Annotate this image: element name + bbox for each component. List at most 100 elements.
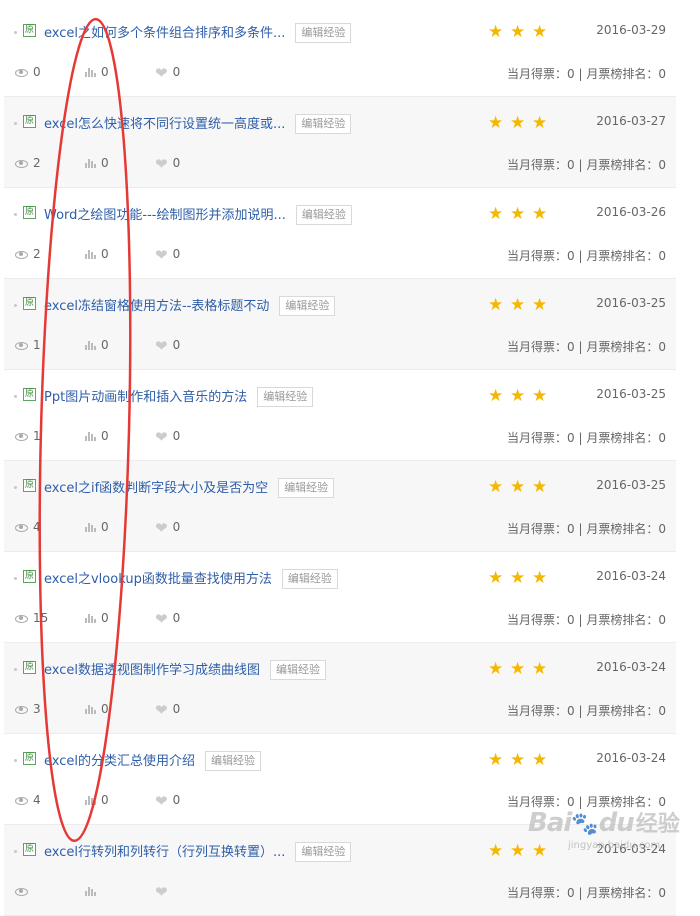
edit-experience-button[interactable]: 编辑经验 (295, 23, 352, 43)
edit-experience-button[interactable]: 编辑经验 (278, 478, 335, 498)
edit-experience-button[interactable]: 编辑经验 (295, 205, 352, 225)
star-rating: ★ ★ ★ (488, 841, 554, 861)
eye-icon (15, 796, 28, 805)
edit-experience-button[interactable]: 编辑经验 (270, 660, 326, 680)
monthly-votes: 当月得票：0 | 月票榜排名：0 (507, 431, 666, 445)
list-item: 原 Word之绘图功能---绘制图形并添加说明... 编辑经验 ★ ★ ★ 2016-… (4, 188, 676, 279)
likes-count[interactable]: ❤ 0 (155, 520, 180, 535)
stats-count[interactable] (85, 884, 101, 898)
item-date: 2016-03-25 (596, 387, 666, 401)
list-item: 原 excel之如何多个条件组合排序和多条件... 编辑经验 ★ ★ ★ 2016-0… (4, 6, 676, 97)
star-icon: ★ (532, 477, 548, 497)
item-date: 2016-03-24 (596, 569, 666, 583)
likes-count[interactable]: ❤ 0 (155, 156, 180, 171)
stats-count[interactable]: 0 (85, 156, 109, 170)
original-badge: 原 (23, 206, 36, 219)
list-item: 原 excel数据透视图制作学习成绩曲线图 编辑经验 ★ ★ ★ 2016-03-24… (4, 643, 676, 734)
likes-count[interactable]: ❤ (155, 884, 173, 899)
item-title[interactable]: Word之绘图功能---绘制图形并添加说明... 编辑经验 (44, 204, 352, 225)
star-icon: ★ (532, 113, 548, 133)
star-icon: ★ (488, 659, 504, 679)
item-title[interactable]: Ppt图片动画制作和插入音乐的方法 编辑经验 (44, 386, 314, 407)
stats-count[interactable]: 0 (85, 702, 109, 716)
edit-experience-button[interactable]: 编辑经验 (295, 114, 352, 134)
watermark-brand: Bai (528, 808, 572, 838)
bullet-dot (14, 850, 17, 853)
likes-count[interactable]: ❤ 0 (155, 65, 180, 80)
eye-icon (15, 341, 28, 350)
list-item: 原 Ppt图片动画制作和插入音乐的方法 编辑经验 ★ ★ ★ 2016-03-25 1… (4, 370, 676, 461)
star-icon: ★ (510, 750, 526, 770)
bar-chart-icon (85, 250, 96, 259)
item-date: 2016-03-25 (596, 296, 666, 310)
monthly-votes: 当月得票：0 | 月票榜排名：0 (507, 340, 666, 354)
item-title[interactable]: excel数据透视图制作学习成绩曲线图 编辑经验 (44, 659, 326, 680)
experience-list: 原 excel之如何多个条件组合排序和多条件... 编辑经验 ★ ★ ★ 2016-0… (4, 6, 676, 916)
views-count: 0 (15, 65, 41, 79)
likes-count[interactable]: ❤ 0 (155, 793, 180, 808)
original-badge: 原 (23, 661, 36, 674)
likes-count[interactable]: ❤ 0 (155, 336, 180, 355)
monthly-votes: 当月得票：0 | 月票榜排名：0 (507, 522, 666, 536)
views-count: 1 (15, 429, 41, 443)
item-title[interactable]: excel的分类汇总使用介绍 编辑经验 (44, 750, 261, 771)
item-title[interactable]: excel之vlookup函数批量查找使用方法 编辑经验 (44, 568, 338, 589)
edit-experience-button[interactable]: 编辑经验 (281, 569, 338, 589)
monthly-votes: 当月得票：0 | 月票榜排名：0 (507, 613, 666, 627)
star-icon: ★ (510, 295, 526, 315)
item-title[interactable]: excel之if函数判断字段大小及是否为空 编辑经验 (44, 477, 335, 498)
likes-count[interactable]: ❤ 0 (155, 700, 180, 719)
stats-count[interactable]: 0 (85, 247, 109, 261)
bar-chart-icon (85, 796, 96, 805)
edit-experience-button[interactable]: 编辑经验 (205, 751, 261, 771)
likes-count[interactable]: ❤ 0 (155, 427, 180, 446)
star-icon: ★ (488, 568, 504, 588)
bullet-dot (14, 486, 17, 489)
star-icon: ★ (510, 386, 526, 406)
edit-experience-button[interactable]: 编辑经验 (257, 387, 314, 407)
list-item: 原 excel冻结窗格使用方法--表格标题不动 编辑经验 ★ ★ ★ 2016-03-… (4, 279, 676, 370)
star-icon: ★ (532, 386, 548, 406)
likes-count[interactable]: ❤ 0 (155, 611, 180, 626)
stats-count[interactable]: 0 (85, 793, 109, 807)
star-rating: ★ ★ ★ (488, 659, 554, 679)
stats-count[interactable]: 0 (85, 338, 109, 352)
item-title[interactable]: excel之如何多个条件组合排序和多条件... 编辑经验 (44, 22, 352, 43)
star-rating: ★ ★ ★ (488, 113, 554, 133)
star-icon: ★ (510, 841, 526, 861)
star-icon: ★ (532, 568, 548, 588)
item-title[interactable]: excel行转列和列转行（行列互换转置）... 编辑经验 (44, 841, 352, 862)
item-title[interactable]: excel冻结窗格使用方法--表格标题不动 编辑经验 (44, 295, 336, 316)
stats-count[interactable]: 0 (85, 65, 109, 79)
eye-icon (15, 432, 28, 441)
star-rating: ★ ★ ★ (488, 22, 554, 42)
heart-icon: ❤ (155, 700, 168, 719)
star-rating: ★ ★ ★ (488, 477, 554, 497)
stats-count[interactable]: 0 (85, 611, 109, 625)
item-date: 2016-03-26 (596, 205, 666, 219)
watermark-url: jingyan.baidu.com (568, 840, 661, 851)
star-rating: ★ ★ ★ (488, 386, 554, 406)
eye-icon (15, 523, 28, 532)
star-rating: ★ ★ ★ (488, 204, 554, 223)
eye-icon (15, 159, 28, 168)
monthly-votes: 当月得票：0 | 月票榜排名：0 (507, 158, 666, 172)
eye-icon (15, 614, 28, 623)
views-count (15, 884, 33, 898)
star-icon: ★ (488, 22, 504, 42)
likes-count[interactable]: ❤ 0 (155, 247, 180, 262)
item-title[interactable]: excel怎么快速将不同行设置统一高度或... 编辑经验 (44, 113, 352, 134)
stats-count[interactable]: 0 (85, 520, 109, 534)
star-icon: ★ (510, 568, 526, 588)
stats-count[interactable]: 0 (85, 429, 109, 443)
baidu-jingyan-watermark: Bai🐾du经验 jingyan.baidu.com (528, 808, 680, 851)
heart-icon: ❤ (155, 336, 168, 355)
views-count: 3 (15, 702, 41, 716)
edit-experience-button[interactable]: 编辑经验 (279, 296, 336, 316)
list-item: 原 excel怎么快速将不同行设置统一高度或... 编辑经验 ★ ★ ★ 2016-0… (4, 97, 676, 188)
bullet-dot (14, 395, 17, 398)
item-date: 2016-03-29 (596, 23, 666, 37)
edit-experience-button[interactable]: 编辑经验 (295, 842, 352, 862)
views-count: 15 (15, 611, 48, 625)
heart-icon: ❤ (155, 427, 168, 446)
